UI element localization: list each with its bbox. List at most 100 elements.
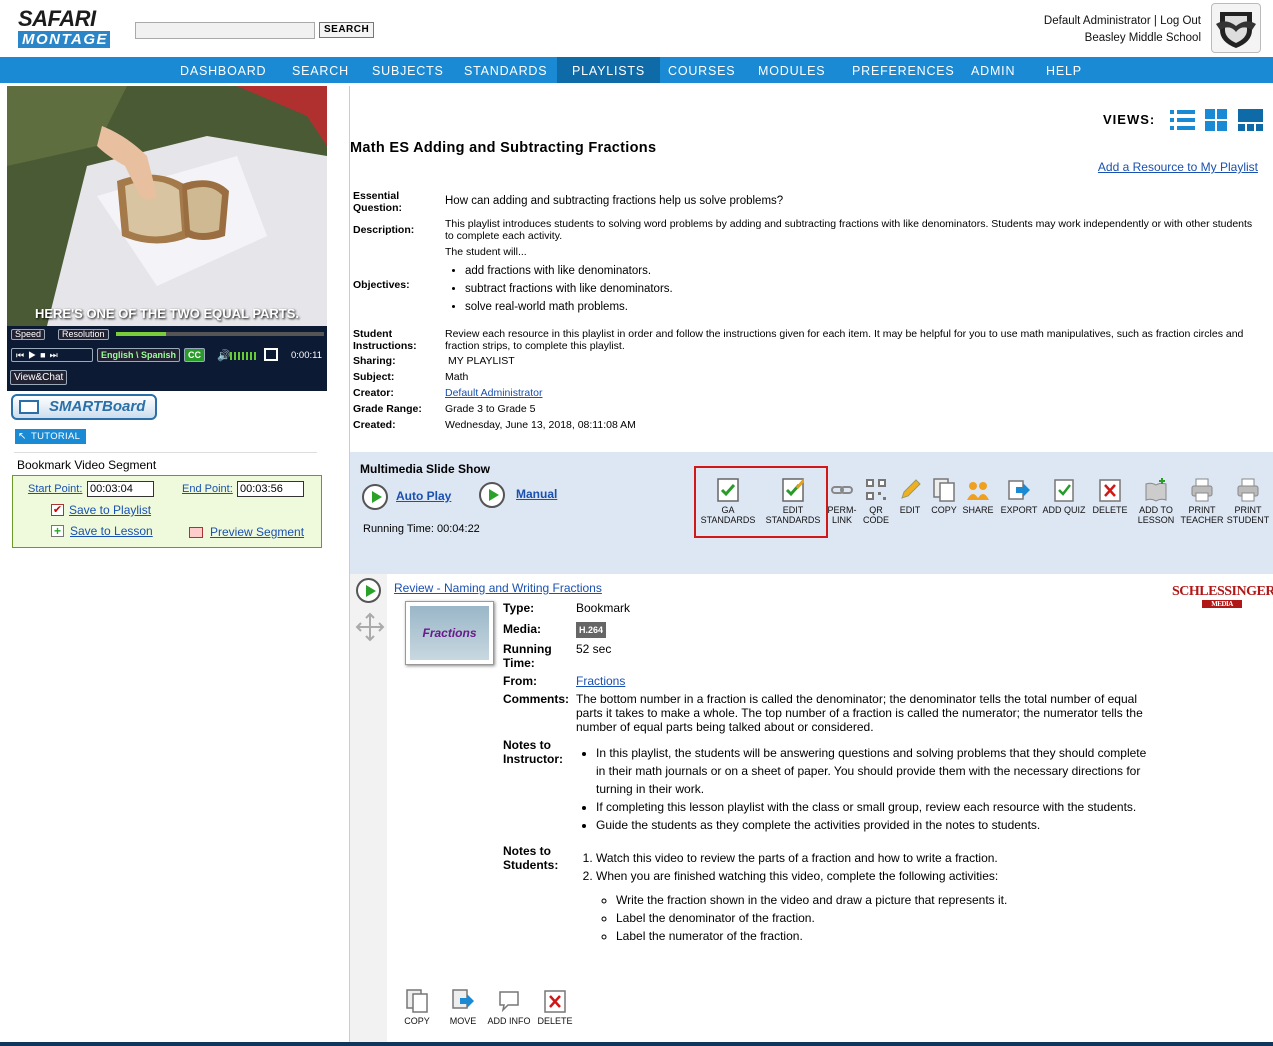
save-to-lesson-link[interactable]: Save to Lesson bbox=[70, 524, 153, 538]
skip-forward-icon[interactable]: ⏭ bbox=[50, 350, 62, 360]
list-item: Watch this video to review the parts of … bbox=[596, 849, 1154, 867]
logout-link[interactable]: Log Out bbox=[1160, 15, 1201, 27]
skip-back-icon[interactable]: ⏮ bbox=[16, 350, 28, 360]
nav-modules[interactable]: MODULES bbox=[758, 57, 825, 83]
nav-subjects[interactable]: SUBJECTS bbox=[372, 57, 444, 83]
share-button[interactable]: SHARE bbox=[961, 478, 995, 515]
safari-montage-logo[interactable]: SAFARI MONTAGE bbox=[18, 8, 110, 48]
comments: The bottom number in a fraction is calle… bbox=[576, 692, 1143, 734]
item-copy-button[interactable]: COPY bbox=[400, 989, 434, 1026]
resource-thumbnail[interactable]: Fractions bbox=[405, 601, 494, 665]
transport-controls[interactable]: ⏮▶■⏭ bbox=[11, 348, 93, 362]
delete-button[interactable]: DELETE bbox=[1090, 478, 1130, 515]
grade-range-label: Grade Range: bbox=[353, 403, 422, 415]
stop-icon[interactable]: ■ bbox=[40, 350, 49, 360]
running-time-label: Running Time: bbox=[503, 642, 552, 670]
smartboard-button[interactable]: SMARTBoard bbox=[11, 394, 157, 420]
subject: Math bbox=[445, 371, 469, 383]
fullscreen-icon[interactable] bbox=[264, 348, 278, 361]
smartboard-icon bbox=[19, 400, 39, 414]
export-button[interactable]: EXPORT bbox=[999, 478, 1039, 515]
notes-instructor: In this playlist, the students will be a… bbox=[576, 744, 1154, 834]
header: SAFARI MONTAGE SEARCH Default Administra… bbox=[0, 0, 1273, 57]
cc-button[interactable]: CC bbox=[184, 348, 205, 362]
cursor-icon: ↖ bbox=[18, 431, 27, 442]
nav-playlists[interactable]: PLAYLISTS bbox=[557, 57, 660, 83]
from-link[interactable]: Fractions bbox=[576, 674, 625, 688]
edit-button[interactable]: EDIT bbox=[896, 478, 924, 515]
nav-dashboard[interactable]: DASHBOARD bbox=[180, 57, 266, 83]
view-chat-button[interactable]: View&Chat bbox=[10, 370, 68, 385]
nav-standards[interactable]: STANDARDS bbox=[464, 57, 547, 83]
add-to-lesson-button[interactable]: ADD TO LESSON bbox=[1136, 478, 1176, 525]
list-item: Guide the students as they complete the … bbox=[596, 816, 1154, 834]
nav-help[interactable]: HELP bbox=[1046, 57, 1082, 83]
created-date: Wednesday, June 13, 2018, 08:11:08 AM bbox=[445, 419, 636, 431]
add-resource-link[interactable]: Add a Resource to My Playlist bbox=[1098, 160, 1258, 174]
autoplay-link[interactable]: Auto Play bbox=[396, 489, 451, 503]
volume-icon[interactable]: 🔊 bbox=[217, 349, 231, 362]
list-item: add fractions with like denominators. bbox=[465, 262, 673, 280]
start-point-link[interactable]: Start Point: bbox=[28, 483, 82, 495]
nav-courses[interactable]: COURSES bbox=[668, 57, 735, 83]
item-delete-button[interactable]: DELETE bbox=[535, 989, 575, 1026]
add-quiz-icon bbox=[1054, 479, 1074, 502]
grid-view-icon[interactable] bbox=[1205, 109, 1227, 131]
grade-range: Grade 3 to Grade 5 bbox=[445, 403, 536, 415]
play-icon[interactable]: ▶ bbox=[28, 350, 40, 360]
video-frame[interactable] bbox=[7, 86, 327, 326]
export-icon bbox=[1008, 480, 1030, 500]
bookmark-title: Bookmark Video Segment bbox=[17, 458, 157, 472]
qr-code-icon bbox=[866, 479, 886, 500]
end-point-link[interactable]: End Point: bbox=[182, 483, 233, 495]
running-time: Running Time: 00:04:22 bbox=[363, 523, 480, 535]
student-instructions: Review each resource in this playlist in… bbox=[445, 328, 1244, 352]
print-teacher-icon bbox=[1191, 478, 1213, 502]
page-title: Math ES Adding and Subtracting Fractions bbox=[350, 140, 657, 156]
permalink-icon bbox=[831, 486, 853, 494]
search-button[interactable]: SEARCH bbox=[319, 22, 375, 38]
main-nav: DASHBOARD SEARCH SUBJECTS STANDARDS PLAY… bbox=[0, 57, 1273, 83]
manual-play-icon[interactable] bbox=[479, 482, 505, 508]
footer-bar bbox=[0, 1042, 1273, 1046]
qr-code-button[interactable]: QR CODE bbox=[862, 478, 890, 525]
bookmark-panel: Start Point: End Point: ✔ Save to Playli… bbox=[12, 475, 322, 548]
nav-preferences[interactable]: PREFERENCES bbox=[852, 57, 955, 83]
item-move-button[interactable]: MOVE bbox=[446, 989, 480, 1026]
creator-link[interactable]: Default Administrator bbox=[445, 387, 542, 399]
autoplay-icon[interactable] bbox=[362, 484, 388, 510]
video-progress-bar[interactable] bbox=[116, 332, 324, 336]
video-caption: HERE'S ONE OF THE TWO EQUAL PARTS. bbox=[34, 306, 300, 321]
preview-segment-link[interactable]: Preview Segment bbox=[210, 525, 304, 539]
copy-button[interactable]: COPY bbox=[929, 478, 959, 515]
list-item: Label the numerator of the fraction. bbox=[616, 927, 1154, 945]
tutorial-button[interactable]: ↖ TUTORIAL bbox=[15, 429, 87, 444]
play-resource-icon[interactable] bbox=[356, 578, 381, 603]
type-label: Type: bbox=[503, 601, 535, 615]
video-player[interactable]: HERE'S ONE OF THE TWO EQUAL PARTS. Speed… bbox=[7, 86, 327, 391]
from-label: From: bbox=[503, 674, 537, 688]
resource-title-link[interactable]: Review - Naming and Writing Fractions bbox=[394, 581, 602, 595]
resolution-button[interactable]: Resolution bbox=[58, 329, 109, 340]
highlight-box bbox=[694, 466, 828, 538]
start-point-input[interactable] bbox=[87, 481, 154, 497]
print-teacher-button[interactable]: PRINT TEACHER bbox=[1180, 478, 1224, 525]
move-handle-icon[interactable] bbox=[354, 612, 386, 642]
detail-view-icon[interactable] bbox=[1238, 109, 1263, 131]
manual-link[interactable]: Manual bbox=[516, 487, 557, 501]
end-point-input[interactable] bbox=[237, 481, 304, 497]
print-student-button[interactable]: PRINT STUDENT bbox=[1226, 478, 1270, 525]
nav-admin[interactable]: ADMIN bbox=[971, 57, 1015, 83]
permalink-button[interactable]: PERM- LINK bbox=[826, 478, 858, 525]
volume-slider[interactable] bbox=[230, 352, 258, 360]
speed-button[interactable]: Speed bbox=[11, 329, 46, 340]
item-add-info-button[interactable]: ADD INFO bbox=[485, 989, 533, 1026]
nav-search[interactable]: SEARCH bbox=[292, 57, 349, 83]
description-label: Description: bbox=[353, 224, 415, 236]
add-quiz-button[interactable]: ADD QUIZ bbox=[1041, 478, 1087, 515]
save-to-playlist-link[interactable]: Save to Playlist bbox=[69, 503, 151, 517]
list-view-icon[interactable] bbox=[1170, 109, 1196, 131]
list-item: Label the denominator of the fraction. bbox=[616, 909, 1154, 927]
search-input[interactable] bbox=[135, 22, 315, 39]
language-toggle[interactable]: English \ Spanish bbox=[97, 348, 181, 362]
